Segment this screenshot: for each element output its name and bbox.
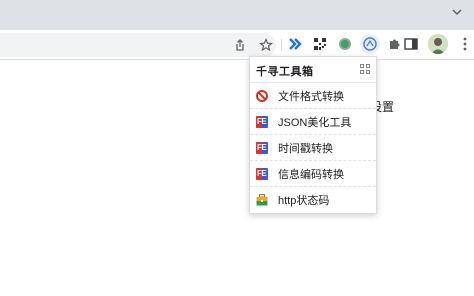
popup-header: 千寻工具箱 — [250, 57, 376, 83]
menu-item-file-format[interactable]: 文件格式转换 — [250, 83, 376, 109]
grid-icon[interactable] — [360, 64, 370, 74]
qr-code-extension-icon[interactable] — [310, 34, 330, 54]
share-icon[interactable] — [231, 36, 249, 54]
menu-item-label: 信息编码转换 — [278, 168, 344, 181]
menu-item-timestamp[interactable]: FE 时间戳转换 — [250, 135, 376, 161]
kebab-menu-icon[interactable] — [456, 35, 474, 53]
profile-area — [402, 33, 474, 55]
fe-icon: FE — [256, 141, 268, 154]
qianxun-toolbox-extension-icon[interactable] — [360, 34, 380, 54]
green-circle-extension-icon[interactable] — [335, 34, 355, 54]
tab-search-chevron-icon[interactable] — [450, 6, 464, 20]
double-chevron-extension-icon[interactable] — [285, 34, 305, 54]
extension-popup: 千寻工具箱 文件格式转换 FE JSON美化工具 FE 时间戳转换 FE 信息编… — [249, 56, 377, 214]
menu-item-json[interactable]: FE JSON美化工具 — [250, 109, 376, 135]
menu-item-label: JSON美化工具 — [278, 116, 352, 129]
extension-strip — [285, 34, 405, 54]
menu-item-label: 文件格式转换 — [278, 90, 344, 103]
side-panel-icon[interactable] — [402, 35, 420, 53]
menu-item-label: http状态码 — [278, 194, 330, 207]
omnibox-actions — [231, 36, 275, 54]
toolbox-icon — [256, 193, 268, 206]
menu-item-http-status[interactable]: http状态码 — [250, 187, 376, 212]
toolbar-divider — [281, 39, 282, 51]
bookmark-star-icon[interactable] — [257, 36, 275, 54]
no-sign-icon — [256, 89, 268, 102]
avatar[interactable] — [428, 34, 448, 54]
fe-icon: FE — [256, 167, 268, 180]
fe-icon: FE — [256, 115, 268, 128]
menu-item-encoding[interactable]: FE 信息编码转换 — [250, 161, 376, 187]
tab-strip — [0, 0, 474, 30]
menu-item-label: 时间戳转换 — [278, 142, 333, 155]
popup-title: 千寻工具箱 — [256, 66, 314, 78]
